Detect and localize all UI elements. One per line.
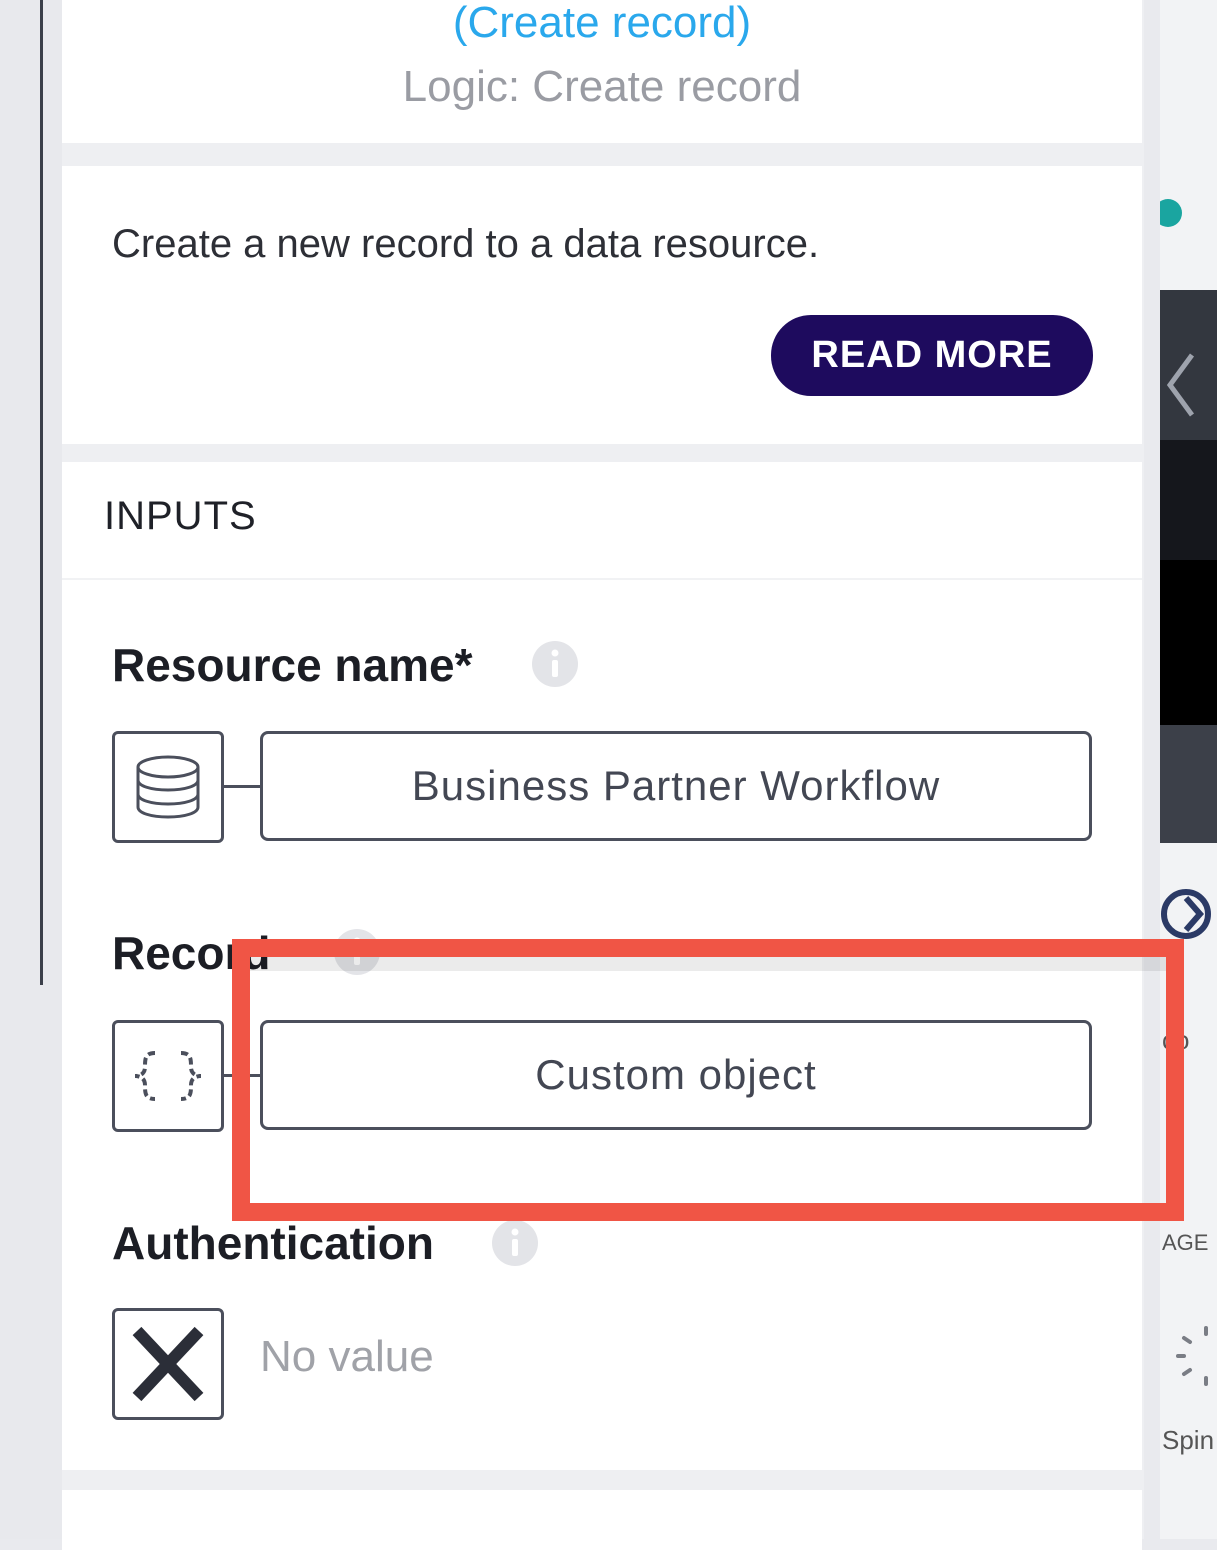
block-title-link[interactable]: (Create record) xyxy=(62,0,1142,48)
database-icon[interactable] xyxy=(112,731,224,843)
inputs-title: INPUTS xyxy=(104,494,257,538)
spinner-icon xyxy=(1176,1326,1208,1386)
dark-toolbar xyxy=(1160,290,1217,440)
resource-name-field[interactable]: Business Partner Workflow xyxy=(260,731,1092,841)
x-icon[interactable] xyxy=(112,1308,224,1420)
resource-name-label: Resource name* xyxy=(112,639,473,691)
annotation-highlight-box xyxy=(232,939,1184,1221)
category-label-partial: AGE xyxy=(1162,1230,1209,1255)
dark-band xyxy=(1160,440,1217,560)
spinner-label-partial: Spin xyxy=(1162,1425,1215,1455)
authentication-label: Authentication xyxy=(112,1217,434,1269)
gray-band xyxy=(1160,725,1217,843)
braces-icon[interactable] xyxy=(112,1020,224,1132)
left-divider xyxy=(40,0,43,985)
block-header-card: (Create record) Logic: Create record xyxy=(62,0,1142,143)
preview-area xyxy=(1160,560,1217,725)
block-logic-label: Logic: Create record xyxy=(402,62,802,111)
chevron-left-icon[interactable] xyxy=(1160,290,1217,440)
connector-line xyxy=(224,785,260,788)
authentication-no-value: No value xyxy=(260,1332,434,1381)
next-section-card xyxy=(62,1490,1142,1550)
status-dot-icon xyxy=(1160,199,1182,227)
info-icon[interactable] xyxy=(492,1220,538,1266)
description-card: Create a new record to a data resource. … xyxy=(62,166,1142,444)
inputs-section-header: INPUTS xyxy=(62,462,1142,580)
left-strip xyxy=(0,0,62,1539)
read-more-button[interactable]: READ MORE xyxy=(771,315,1093,396)
info-icon[interactable] xyxy=(532,641,578,687)
description-text: Create a new record to a data resource. xyxy=(112,222,820,266)
